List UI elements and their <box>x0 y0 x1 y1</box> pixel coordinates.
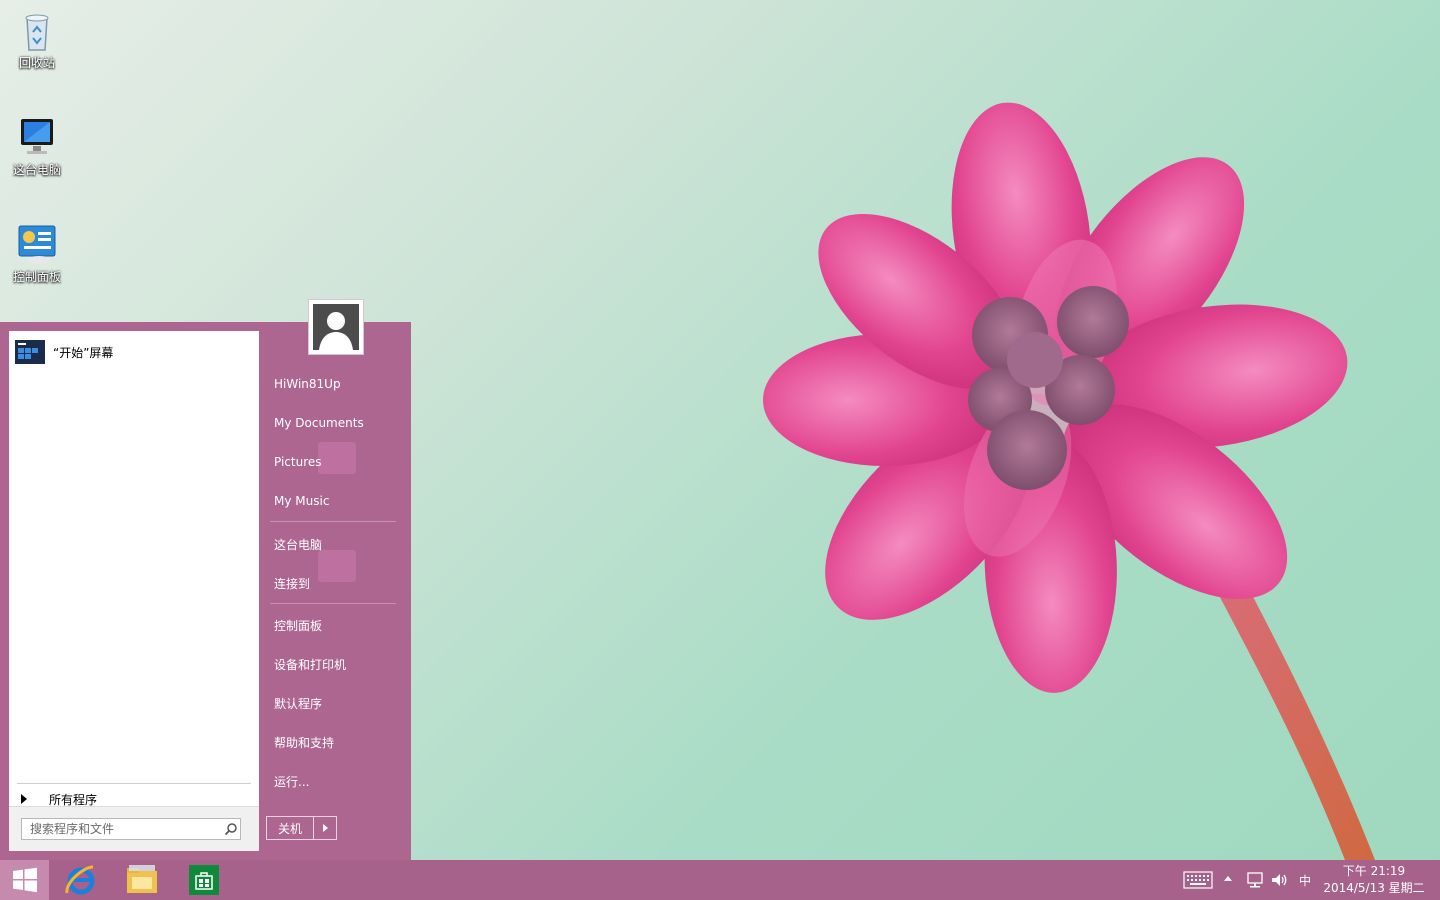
right-pane-divider <box>270 603 396 604</box>
store-bag-icon <box>195 872 213 890</box>
file-explorer-icon[interactable] <box>125 863 159 897</box>
pinned-start-screen[interactable]: “开始”屏幕 <box>13 339 253 365</box>
right-pane-divider <box>270 521 396 522</box>
desktop-icon-this-pc[interactable]: 这台电脑 <box>8 115 66 178</box>
ghost-computer-thumbnail <box>318 550 356 582</box>
control-panel-icon <box>18 225 56 264</box>
devices-printers-link[interactable]: 设备和打印机 <box>274 656 346 673</box>
shutdown-options-button[interactable] <box>314 817 336 839</box>
control-panel-link[interactable]: 控制面板 <box>274 617 322 634</box>
search-input[interactable] <box>22 821 222 837</box>
desktop-icon-recycle-bin[interactable]: 回收站 <box>8 8 66 71</box>
show-hidden-icons-button[interactable] <box>1224 876 1232 881</box>
this-pc-link[interactable]: 这台电脑 <box>274 536 322 553</box>
run-link[interactable]: 运行... <box>274 773 309 790</box>
search-icon[interactable] <box>224 822 238 836</box>
help-support-link[interactable]: 帮助和支持 <box>274 734 334 751</box>
pictures-link[interactable]: Pictures <box>274 455 322 469</box>
programs-divider <box>17 783 251 784</box>
search-strip <box>9 806 259 851</box>
user-silhouette-icon <box>313 304 359 350</box>
all-programs-label: 所有程序 <box>49 792 98 807</box>
search-box[interactable] <box>21 818 241 840</box>
shutdown-button[interactable]: 关机 <box>267 817 314 839</box>
start-screen-label: “开始”屏幕 <box>53 345 114 360</box>
windows-logo-icon <box>12 867 37 893</box>
connect-to-link[interactable]: 连接到 <box>274 575 310 592</box>
volume-icon[interactable] <box>1270 871 1288 889</box>
input-method-indicator[interactable]: 中 <box>1299 872 1311 889</box>
default-programs-link[interactable]: 默认程序 <box>274 695 322 712</box>
system-clock[interactable]: 下午 21:19 2014/5/13 星期二 <box>1320 863 1428 897</box>
shutdown-control: 关机 <box>266 816 337 840</box>
desktop-icon-control-panel[interactable]: 控制面板 <box>8 222 66 285</box>
recycle-bin-label: 回收站 <box>18 56 55 70</box>
ie-icon[interactable] <box>63 863 97 897</box>
user-name-link[interactable]: HiWin81Up <box>274 377 341 391</box>
user-avatar[interactable] <box>308 299 364 355</box>
start-menu-programs-pane: “开始”屏幕 所有程序 <box>9 331 259 851</box>
computer-icon <box>21 119 53 154</box>
taskbar: 中 下午 21:19 2014/5/13 星期二 <box>0 860 1440 900</box>
this-pc-label: 这台电脑 <box>12 163 61 177</box>
recycle-bin-icon <box>25 14 49 51</box>
start-button[interactable] <box>0 860 49 900</box>
ghost-pictures-thumbnail <box>318 442 356 474</box>
clock-time: 下午 21:19 <box>1342 864 1406 878</box>
store-icon[interactable] <box>189 865 219 895</box>
touch-keyboard-icon[interactable] <box>1183 871 1213 889</box>
start-menu: “开始”屏幕 所有程序 HiWin81Up My Doc <box>0 299 411 860</box>
my-music-link[interactable]: My Music <box>274 494 329 508</box>
network-icon[interactable] <box>1246 871 1264 889</box>
expand-arrow-icon <box>21 794 27 804</box>
start-screen-icon <box>15 340 45 364</box>
my-documents-link[interactable]: My Documents <box>274 416 364 430</box>
arrow-right-icon <box>322 824 328 832</box>
clock-date: 2014/5/13 星期二 <box>1323 881 1425 895</box>
control-panel-label: 控制面板 <box>12 270 61 284</box>
